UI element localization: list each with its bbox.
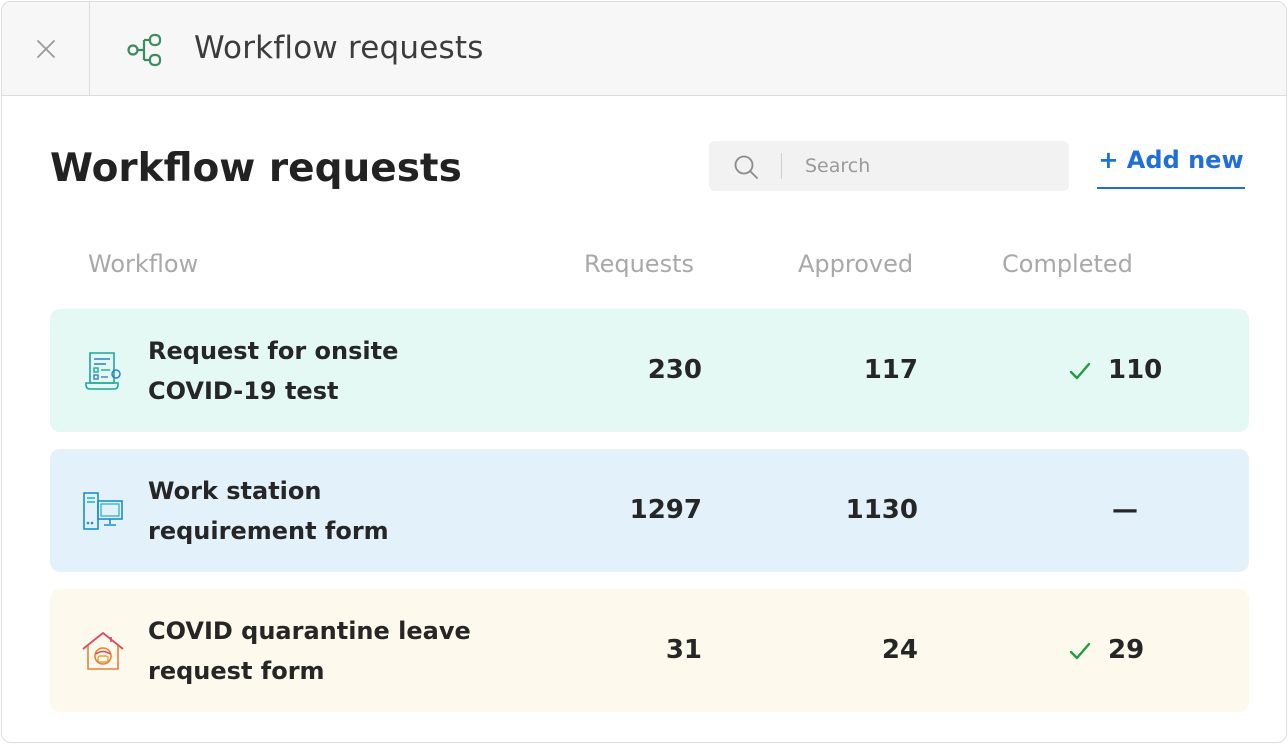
search-box[interactable]	[709, 141, 1069, 191]
table-row[interactable]: Work station requirement form 1297 1130 …	[50, 449, 1249, 572]
search-input[interactable]	[805, 151, 1055, 181]
requests-count: 230	[647, 355, 702, 385]
add-new-button[interactable]: + Add new	[1097, 146, 1245, 189]
close-icon	[36, 40, 55, 58]
check-icon	[1069, 362, 1091, 380]
workflow-name: Work station requirement form	[148, 471, 508, 551]
column-header-workflow: Workflow	[88, 250, 199, 278]
requests-count: 31	[665, 635, 702, 665]
test-form-icon	[85, 352, 121, 390]
workflow-name-line: COVID quarantine leave	[148, 617, 471, 645]
workflow-window: Workflow requests Workflow requests + Ad…	[1, 1, 1287, 743]
search-separator	[781, 153, 782, 179]
approved-count: 1130	[845, 495, 918, 525]
table-row[interactable]: Request for onsite COVID-19 test 230 117…	[50, 309, 1249, 432]
workflow-name-line: request form	[148, 657, 325, 685]
table-row[interactable]: COVID quarantine leave request form 31 2…	[50, 589, 1249, 712]
titlebar: Workflow requests	[2, 2, 1286, 96]
workflow-name-line: COVID-19 test	[148, 377, 339, 405]
quarantine-home-icon	[82, 632, 124, 670]
completed-empty-dash: —	[1112, 495, 1138, 525]
approved-count: 24	[881, 635, 918, 665]
workflow-name-line: requirement form	[148, 517, 389, 545]
workflow-name-line: Work station	[148, 477, 322, 505]
workflow-nodes-icon	[127, 33, 162, 67]
column-header-completed: Completed	[1002, 250, 1133, 278]
completed-cell: —	[1066, 495, 1176, 527]
completed-count: 110	[1108, 355, 1163, 385]
page-title: Workflow requests	[50, 146, 462, 191]
column-header-requests: Requests	[584, 250, 694, 278]
completed-count: 29	[1108, 635, 1145, 665]
check-icon	[1069, 642, 1091, 660]
close-button[interactable]	[2, 2, 90, 96]
workstation-icon	[83, 492, 123, 530]
search-icon	[734, 155, 758, 179]
column-header-approved: Approved	[798, 250, 914, 278]
approved-count: 117	[863, 355, 918, 385]
workflow-name: Request for onsite COVID-19 test	[148, 331, 508, 411]
workflow-name: COVID quarantine leave request form	[148, 611, 508, 691]
requests-count: 1297	[629, 495, 702, 525]
workflow-name-line: Request for onsite	[148, 337, 399, 365]
titlebar-title: Workflow requests	[194, 30, 484, 66]
completed-cell: 29	[1066, 635, 1176, 667]
completed-cell: 110	[1066, 355, 1176, 387]
